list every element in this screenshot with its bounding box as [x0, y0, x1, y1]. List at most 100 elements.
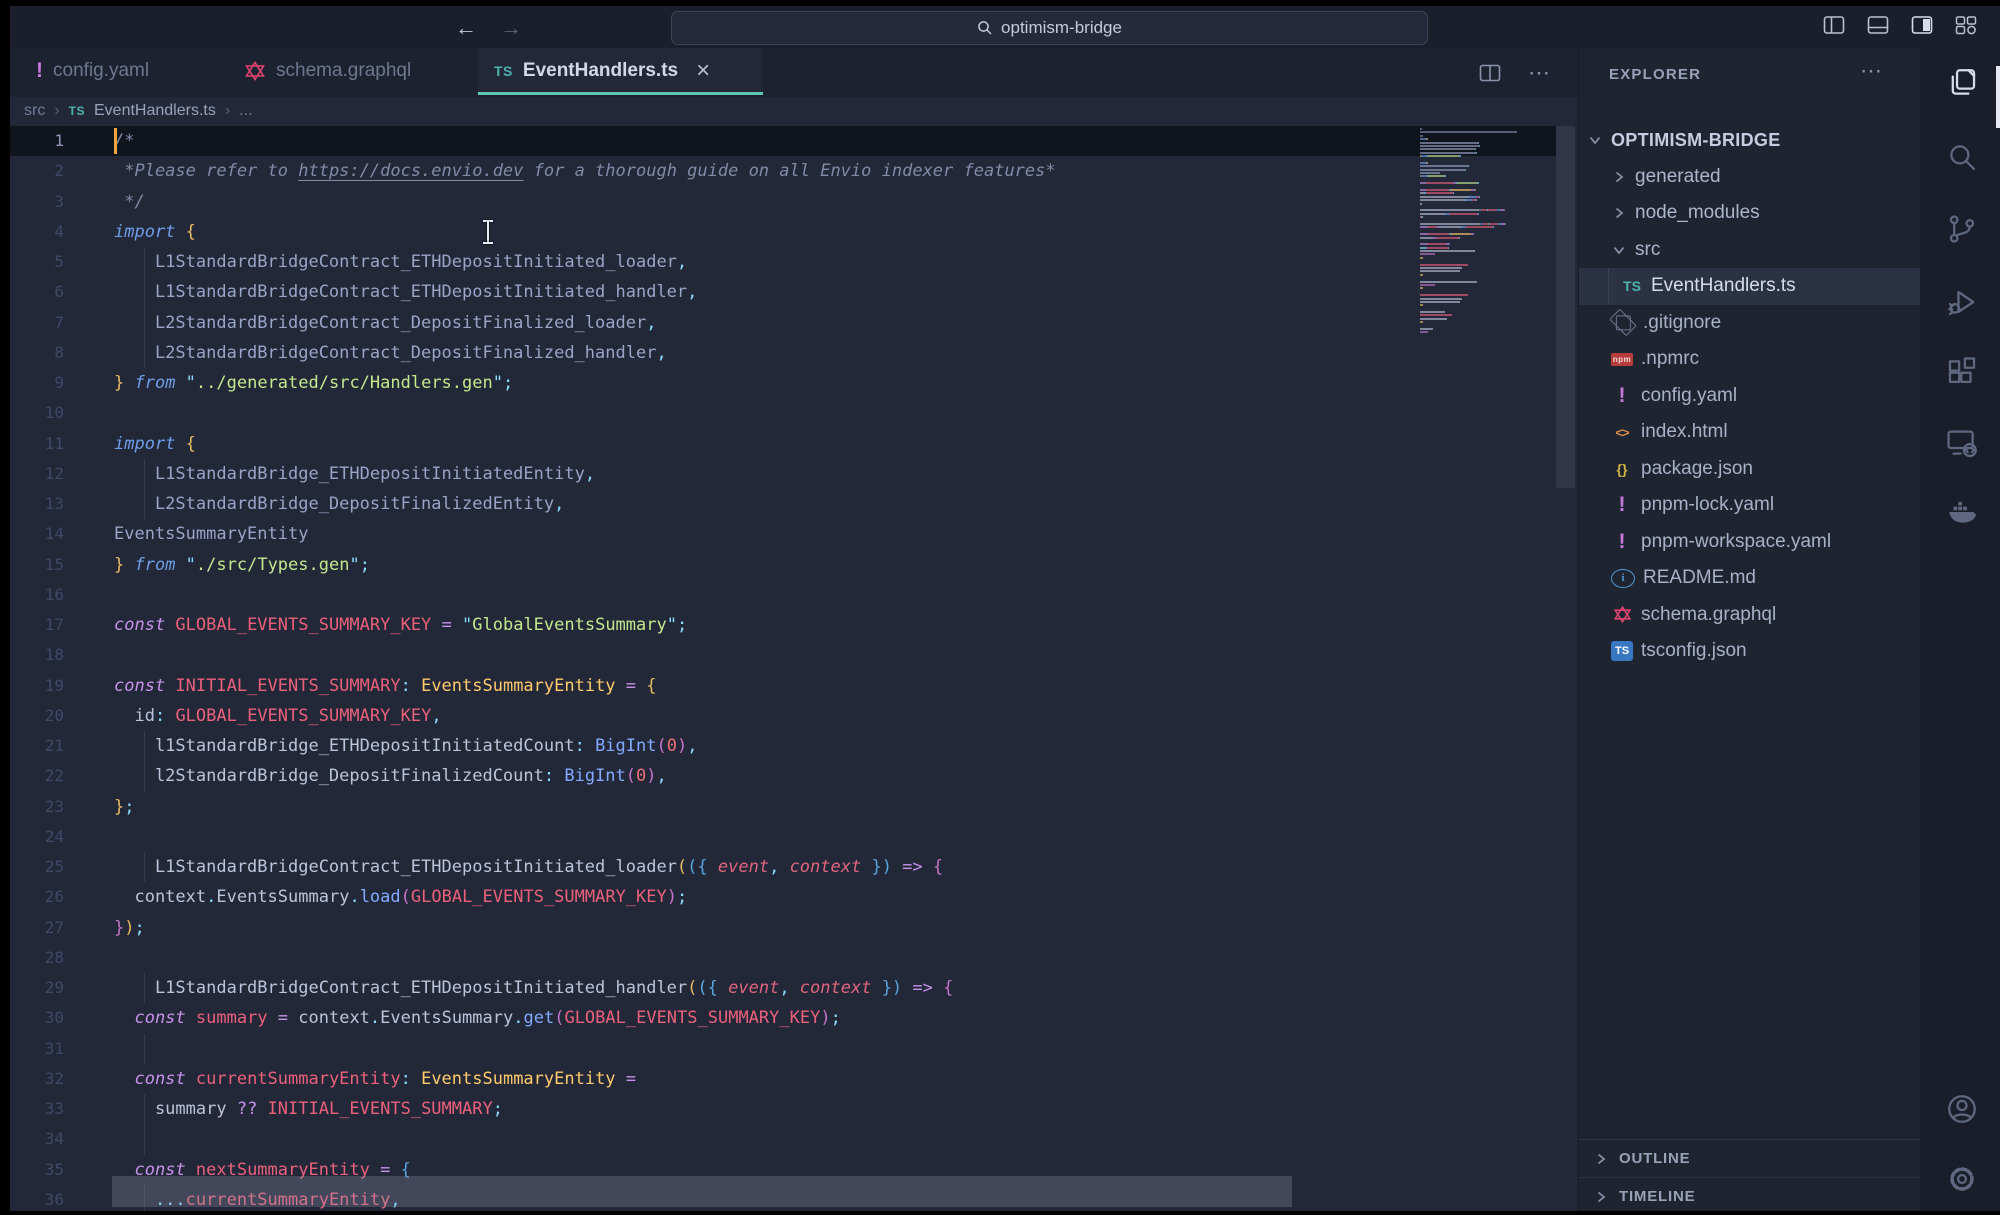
code-line[interactable] [114, 1034, 1434, 1064]
remote-explorer-icon[interactable] [1945, 426, 1979, 460]
code-line[interactable]: l2StandardBridge_DepositFinalizedCount: … [114, 761, 1434, 791]
tree-item-optimism-bridge[interactable]: OPTIMISM-BRIDGE [1579, 122, 1920, 159]
indent-guide [144, 1124, 145, 1154]
json-icon: {} [1611, 461, 1633, 477]
explorer-more-actions-icon[interactable]: ⋯ [1860, 58, 1884, 84]
tree-item-pnpm-lock-yaml[interactable]: !pnpm-lock.yaml [1579, 487, 1920, 524]
explorer-icon[interactable] [1945, 66, 1979, 100]
tree-item--npmrc[interactable]: npm.npmrc [1579, 341, 1920, 378]
docker-icon[interactable] [1945, 495, 1979, 529]
chevron-down-icon[interactable] [1587, 132, 1603, 148]
code-line[interactable]: import { [114, 429, 1434, 459]
code-line[interactable]: }); [114, 913, 1434, 943]
sidebar-panel-outline[interactable]: OUTLINE [1579, 1139, 1920, 1177]
line-number: 19 [10, 671, 64, 701]
horizontal-scrollbar[interactable] [112, 1176, 1292, 1207]
code-editor[interactable]: 1234567891011121314151617181920212223242… [10, 124, 1578, 1215]
nav-back-button[interactable]: ← [455, 15, 477, 41]
breadcrumb-folder[interactable]: src [24, 102, 45, 120]
tab-eventhandlers-ts[interactable]: TS EventHandlers.ts × [478, 48, 763, 94]
customize-layout-icon[interactable] [1954, 14, 1978, 36]
tree-item-schema-graphql[interactable]: schema.graphql [1579, 597, 1920, 634]
tree-item-package-json[interactable]: {}package.json [1579, 451, 1920, 488]
nav-forward-button[interactable]: → [500, 15, 522, 41]
code-content[interactable]: /* *Please refer to https://docs.envio.d… [114, 126, 1434, 1215]
code-line[interactable]: const GLOBAL_EVENTS_SUMMARY_KEY = "Globa… [114, 610, 1434, 640]
code-line[interactable] [114, 640, 1434, 670]
code-line[interactable] [114, 398, 1434, 428]
chevron-right-icon: › [54, 102, 59, 120]
code-line[interactable]: L2StandardBridge_DepositFinalizedEntity, [114, 489, 1434, 519]
chevron-right-icon[interactable] [1593, 1189, 1609, 1205]
sidebar-panel-timeline[interactable]: TIMELINE [1579, 1177, 1920, 1215]
code-line[interactable]: EventsSummaryEntity [114, 519, 1434, 549]
source-control-icon[interactable] [1945, 212, 1979, 246]
chevron-right-icon[interactable] [1611, 205, 1627, 221]
breadcrumb[interactable]: src › TS EventHandlers.ts › ... [10, 97, 1578, 124]
toggle-panel-left-icon[interactable] [1822, 14, 1846, 36]
code-line[interactable]: L1StandardBridgeContract_ETHDepositIniti… [114, 852, 1434, 882]
account-icon[interactable] [1945, 1092, 1979, 1126]
editor-more-actions-icon[interactable]: ⋯ [1528, 60, 1552, 86]
indent-guide [144, 338, 145, 368]
code-line[interactable]: const INITIAL_EVENTS_SUMMARY: EventsSumm… [114, 671, 1434, 701]
chevron-right-icon[interactable] [1593, 1151, 1609, 1167]
code-line[interactable]: L2StandardBridgeContract_DepositFinalize… [114, 338, 1434, 368]
tree-item--gitignore[interactable]: .gitignore [1579, 305, 1920, 342]
code-line[interactable]: /* [114, 126, 1434, 156]
code-line[interactable] [114, 1124, 1434, 1154]
tree-item-pnpm-workspace-yaml[interactable]: !pnpm-workspace.yaml [1579, 524, 1920, 561]
code-line[interactable]: } from "../generated/src/Handlers.gen"; [114, 368, 1434, 398]
code-line[interactable]: context.EventsSummary.load(GLOBAL_EVENTS… [114, 882, 1434, 912]
run-debug-icon[interactable] [1945, 285, 1979, 319]
code-line[interactable]: import { [114, 217, 1434, 247]
code-line[interactable]: id: GLOBAL_EVENTS_SUMMARY_KEY, [114, 701, 1434, 731]
minimap[interactable] [1420, 128, 1560, 335]
chevron-right-icon[interactable] [1611, 169, 1627, 185]
close-tab-icon[interactable]: × [696, 59, 710, 83]
tree-item-src[interactable]: src [1579, 232, 1920, 269]
toggle-panel-right-icon[interactable] [1910, 14, 1934, 36]
code-line[interactable]: L1StandardBridge_ETHDepositInitiatedEnti… [114, 459, 1434, 489]
gitignore-icon [1609, 309, 1637, 337]
code-line[interactable] [114, 822, 1434, 852]
indent-guide [144, 277, 145, 307]
toggle-panel-bottom-icon[interactable] [1866, 14, 1890, 36]
code-line[interactable]: const currentSummaryEntity: EventsSummar… [114, 1064, 1434, 1094]
tree-item-readme-md[interactable]: iREADME.md [1579, 560, 1920, 597]
code-line[interactable]: *Please refer to https://docs.envio.dev … [114, 156, 1434, 186]
code-line[interactable]: const summary = context.EventsSummary.ge… [114, 1003, 1434, 1033]
tree-item-tsconfig-json[interactable]: TStsconfig.json [1579, 633, 1920, 670]
tree-item-generated[interactable]: generated [1579, 159, 1920, 196]
command-center-search[interactable]: optimism-bridge [671, 11, 1428, 45]
code-line[interactable]: L1StandardBridgeContract_ETHDepositIniti… [114, 973, 1434, 1003]
breadcrumb-symbol[interactable]: ... [239, 102, 252, 120]
code-line[interactable] [114, 943, 1434, 973]
code-line[interactable]: }; [114, 792, 1434, 822]
code-line[interactable] [114, 580, 1434, 610]
line-number: 10 [10, 398, 64, 428]
code-line[interactable]: } from "./src/Types.gen"; [114, 550, 1434, 580]
tree-item-config-yaml[interactable]: !config.yaml [1579, 378, 1920, 415]
tree-item-eventhandlers-ts[interactable]: TSEventHandlers.ts [1579, 268, 1920, 305]
tree-item-label: pnpm-workspace.yaml [1641, 531, 1831, 553]
tab-schema-graphql[interactable]: schema.graphql [228, 48, 427, 94]
code-line[interactable]: l1StandardBridge_ETHDepositInitiatedCoun… [114, 731, 1434, 761]
vertical-scrollbar[interactable] [1556, 126, 1575, 488]
vscode-window: ← → optimism-bridge [0, 0, 2000, 1215]
code-line[interactable]: summary ?? INITIAL_EVENTS_SUMMARY; [114, 1094, 1434, 1124]
code-line[interactable]: L2StandardBridgeContract_DepositFinalize… [114, 308, 1434, 338]
search-icon[interactable] [1945, 140, 1979, 174]
extensions-icon[interactable] [1945, 355, 1979, 389]
settings-gear-icon[interactable] [1945, 1162, 1979, 1196]
chevron-down-icon[interactable] [1611, 242, 1627, 258]
breadcrumb-file[interactable]: EventHandlers.ts [94, 102, 216, 120]
code-line[interactable]: L1StandardBridgeContract_ETHDepositIniti… [114, 247, 1434, 277]
tree-item-index-html[interactable]: <>index.html [1579, 414, 1920, 451]
code-line[interactable]: L1StandardBridgeContract_ETHDepositIniti… [114, 277, 1434, 307]
tab-config-yaml[interactable]: ! config.yaml [20, 48, 165, 94]
graphql-icon [1611, 605, 1633, 624]
split-editor-icon[interactable] [1478, 63, 1502, 83]
code-line[interactable]: */ [114, 187, 1434, 217]
tree-item-node-modules[interactable]: node_modules [1579, 195, 1920, 232]
